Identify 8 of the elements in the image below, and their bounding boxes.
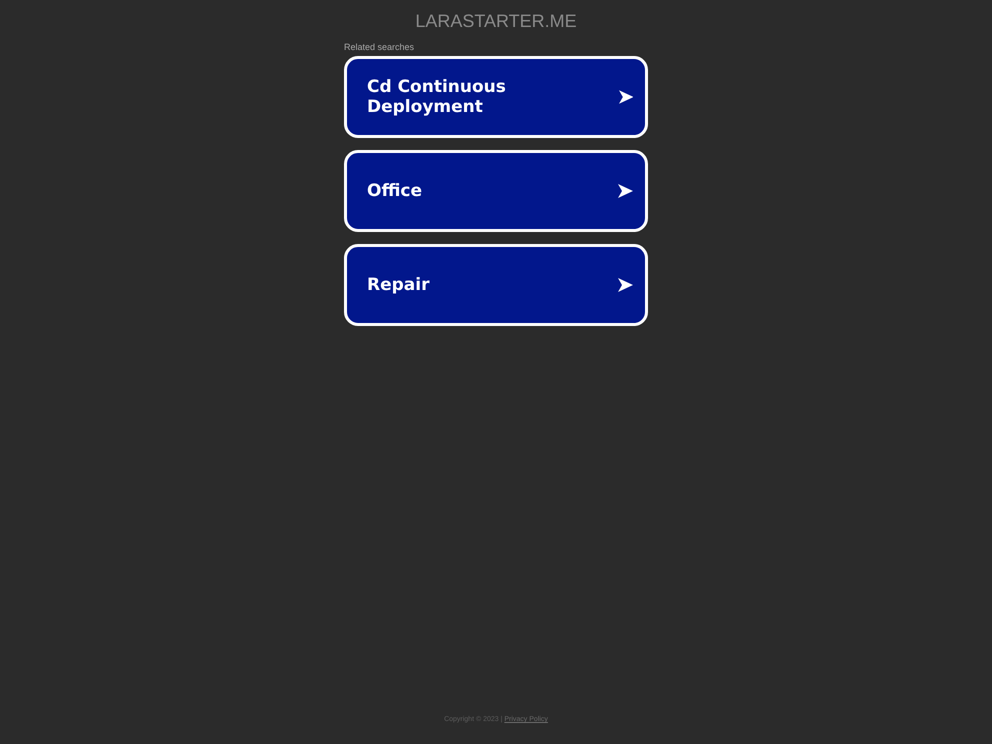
search-link[interactable]: Cd Continuous Deployment [344,56,648,138]
arrow-icon [618,278,633,292]
arrow-icon [618,90,633,104]
search-link[interactable]: Repair [344,244,648,326]
arrow-icon [618,184,633,198]
section-heading: Related searches [344,42,416,52]
site-title: LARASTARTER.ME [415,11,577,33]
search-link[interactable]: Office [344,150,648,232]
